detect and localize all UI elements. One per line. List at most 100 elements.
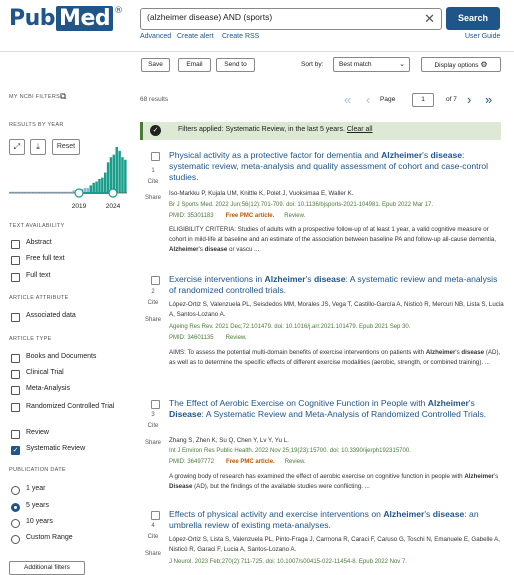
year-bar[interactable]: [98, 178, 101, 193]
free-pmc-badge: Free PMC article.: [226, 459, 275, 465]
filter-books-and-documents[interactable]: Books and Documents: [11, 353, 96, 365]
checkbox-checked[interactable]: ✓: [11, 446, 20, 455]
filter-abstract[interactable]: Abstract: [11, 239, 52, 251]
filter-clinical-trial[interactable]: Clinical Trial: [11, 369, 64, 381]
send-to-button[interactable]: Send to: [216, 58, 255, 72]
cite-button[interactable]: Cite: [140, 300, 166, 306]
filter-full-text[interactable]: Full text: [11, 272, 51, 284]
result-title[interactable]: Exercise interventions in Alzheimer's di…: [169, 274, 504, 296]
search-query-text: (alzheimer disease) AND (sports): [147, 12, 273, 22]
filter-free-full-text[interactable]: Free full text: [11, 255, 65, 267]
pubmed-logo[interactable]: Pub Med ®: [9, 6, 123, 31]
checkbox[interactable]: [11, 370, 20, 379]
year-bar[interactable]: [115, 147, 118, 193]
filter-systematic-review[interactable]: ✓ Systematic Review: [11, 445, 85, 457]
year-bar[interactable]: [103, 172, 107, 193]
checkbox[interactable]: [11, 386, 20, 395]
date-label: 1 year: [26, 485, 46, 492]
year-bar[interactable]: [121, 157, 124, 193]
result-checkbox[interactable]: [151, 511, 160, 520]
checkbox[interactable]: [11, 354, 20, 363]
date-label: 5 years: [26, 502, 49, 509]
radio[interactable]: [11, 519, 20, 528]
filter-label: Abstract: [26, 239, 52, 246]
checkbox[interactable]: [11, 403, 20, 412]
date-10-years[interactable]: 10 years: [11, 518, 53, 530]
share-button[interactable]: Share: [140, 440, 166, 446]
sort-select[interactable]: Best match ⌄: [333, 57, 410, 72]
filter-associated-data[interactable]: Associated data: [11, 312, 76, 324]
radio[interactable]: [11, 486, 20, 495]
date-custom-range[interactable]: Custom Range: [11, 534, 73, 546]
result-title[interactable]: Physical activity as a protective factor…: [169, 150, 504, 182]
advanced-link[interactable]: Advanced: [140, 33, 171, 40]
checkbox[interactable]: [11, 430, 20, 439]
radio-selected[interactable]: [11, 503, 20, 512]
filters-applied-banner: ✓ Filters applied: Systematic Review, in…: [140, 122, 501, 140]
result-journal: Br J Sports Med. 2022 Jun;56(12):701-709…: [169, 202, 434, 208]
year-bar[interactable]: [109, 157, 113, 193]
checkbox[interactable]: [11, 240, 20, 249]
create-alert-link[interactable]: Create alert: [177, 33, 214, 40]
result-authors: Zhang S, Zhen K, Su Q, Chen Y, Lv Y, Yu …: [169, 437, 289, 444]
previous-page-icon[interactable]: ‹: [366, 93, 370, 107]
clear-icon[interactable]: ✕: [424, 11, 435, 26]
filter-randomized-controlled-trial[interactable]: Randomized Controlled Trial: [11, 402, 121, 414]
year-bar[interactable]: [95, 181, 98, 194]
cite-button[interactable]: Cite: [140, 534, 166, 540]
sort-label: Sort by:: [301, 61, 324, 68]
year-start-handle[interactable]: [74, 188, 84, 198]
year-bar[interactable]: [89, 185, 93, 193]
search-input[interactable]: (alzheimer disease) AND (sports) ✕: [140, 8, 442, 30]
checkbox[interactable]: [11, 273, 20, 282]
cite-button[interactable]: Cite: [140, 179, 166, 185]
share-button[interactable]: Share: [140, 195, 166, 201]
display-options-button[interactable]: Display options ⚙: [421, 57, 501, 72]
user-guide-link[interactable]: User Guide: [465, 33, 500, 40]
year-bar[interactable]: [112, 154, 116, 193]
year-bar[interactable]: [118, 150, 121, 193]
year-bar[interactable]: [92, 182, 95, 193]
create-rss-link[interactable]: Create RSS: [222, 33, 259, 40]
next-page-icon[interactable]: ›: [467, 93, 471, 107]
year-bar[interactable]: [124, 159, 127, 193]
free-pmc-badge: Free PMC article.: [225, 213, 275, 219]
save-button[interactable]: Save: [141, 58, 170, 72]
additional-filters-button[interactable]: Additional filters: [9, 561, 85, 575]
year-bar[interactable]: [101, 177, 104, 193]
page-total: of 7: [446, 96, 457, 103]
first-page-icon[interactable]: «: [344, 93, 351, 107]
result-checkbox[interactable]: [151, 276, 160, 285]
filter-meta-analysis[interactable]: Meta-Analysis: [11, 385, 70, 397]
display-options-label: Display options: [434, 62, 479, 69]
date-1-year[interactable]: 1 year: [11, 485, 45, 497]
filter-label: Meta-Analysis: [26, 385, 70, 392]
email-button[interactable]: Email: [178, 58, 211, 72]
radio[interactable]: [11, 535, 20, 544]
filter-review[interactable]: Review: [11, 429, 49, 441]
cite-button[interactable]: Cite: [140, 423, 166, 429]
result-checkbox[interactable]: [151, 152, 160, 161]
share-button[interactable]: Share: [140, 551, 166, 557]
filter-label: Free full text: [26, 255, 65, 262]
result-journal: Int J Environ Res Public Health. 2022 No…: [169, 448, 411, 454]
article-type-heading: ARTICLE TYPE: [9, 336, 52, 342]
last-page-icon[interactable]: »: [485, 93, 492, 107]
year-end-handle[interactable]: [108, 188, 118, 198]
checkbox[interactable]: [11, 313, 20, 322]
year-bar[interactable]: [106, 162, 110, 193]
page-number-input[interactable]: 1: [412, 93, 434, 107]
share-button[interactable]: Share: [140, 317, 166, 323]
date-5-years[interactable]: 5 years: [11, 502, 49, 514]
results-by-year-chart[interactable]: 2019 2024: [9, 140, 127, 212]
result-title[interactable]: Effects of physical activity and exercis…: [169, 509, 504, 531]
pmid-text: PMID: 36497772: [169, 459, 215, 465]
search-button[interactable]: Search: [446, 7, 500, 30]
checkbox[interactable]: [11, 256, 20, 265]
external-link-icon[interactable]: ⧉: [60, 91, 66, 102]
pmid-text: PMID: 34601135: [169, 335, 214, 341]
result-title[interactable]: The Effect of Aerobic Exercise on Cognit…: [169, 398, 504, 420]
result-journal: Ageing Res Rev. 2021 Dec;72:101479. doi:…: [169, 324, 411, 330]
result-checkbox[interactable]: [151, 400, 160, 409]
clear-all-link[interactable]: Clear all: [347, 126, 373, 133]
